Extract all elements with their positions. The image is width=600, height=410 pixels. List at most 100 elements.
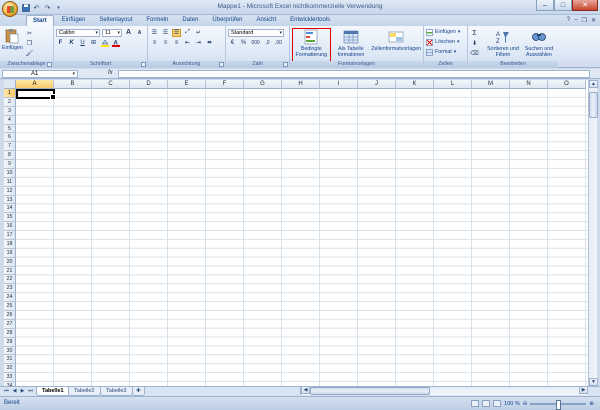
column-header[interactable]: H bbox=[282, 80, 320, 89]
format-painter-icon[interactable]: 🖌 bbox=[25, 49, 34, 57]
underline-button[interactable]: U bbox=[78, 39, 87, 47]
borders-icon[interactable]: ⊞ bbox=[89, 39, 98, 47]
column-header[interactable]: I bbox=[320, 80, 358, 89]
minimize-button[interactable]: – bbox=[536, 0, 554, 11]
format-cells-button[interactable]: Format ▾ bbox=[426, 48, 465, 56]
column-header[interactable]: G bbox=[244, 80, 282, 89]
page-layout-view-icon[interactable] bbox=[482, 400, 491, 407]
thousands-button[interactable]: 000 bbox=[250, 39, 261, 47]
row-header[interactable]: 7 bbox=[4, 142, 16, 152]
align-left-icon[interactable]: ≡ bbox=[150, 39, 159, 47]
align-middle-icon[interactable]: ☰ bbox=[161, 29, 170, 37]
first-sheet-icon[interactable]: ⏮ bbox=[3, 388, 10, 395]
column-header[interactable]: A bbox=[16, 80, 54, 89]
row-header[interactable]: 9 bbox=[4, 160, 16, 169]
column-header[interactable]: E bbox=[168, 80, 206, 89]
row-header[interactable]: 11 bbox=[4, 177, 16, 187]
office-button[interactable] bbox=[2, 1, 18, 17]
align-bottom-icon[interactable]: ☰ bbox=[172, 28, 181, 37]
row-header[interactable]: 13 bbox=[4, 195, 16, 205]
tab-formeln[interactable]: Formeln bbox=[140, 15, 174, 26]
fill-icon[interactable]: ⬇ bbox=[470, 39, 479, 47]
shrink-font-button[interactable]: A bbox=[135, 29, 144, 37]
row-header[interactable]: 32 bbox=[4, 364, 16, 374]
currency-icon[interactable]: € bbox=[228, 39, 237, 47]
number-format-select[interactable]: Standard bbox=[228, 28, 284, 37]
row-header[interactable]: 1 bbox=[4, 89, 16, 98]
active-cell[interactable] bbox=[16, 89, 56, 100]
tab-entwicklertools[interactable]: Entwicklertools bbox=[284, 15, 336, 26]
row-header[interactable]: 24 bbox=[4, 293, 16, 303]
wrap-text-icon[interactable]: ↵ bbox=[194, 29, 203, 37]
horizontal-scroll-thumb[interactable] bbox=[310, 387, 430, 395]
row-header[interactable]: 3 bbox=[4, 106, 16, 116]
zoom-in-icon[interactable]: ⊕ bbox=[589, 401, 594, 407]
font-launcher[interactable] bbox=[141, 62, 146, 67]
orientation-icon[interactable]: ⤢ bbox=[183, 29, 192, 37]
insert-sheet-icon[interactable]: ✚ bbox=[132, 387, 145, 396]
column-header[interactable]: J bbox=[358, 80, 396, 89]
scroll-down-icon[interactable]: ▼ bbox=[589, 378, 598, 386]
row-header[interactable]: 4 bbox=[4, 115, 16, 125]
row-header[interactable]: 12 bbox=[4, 186, 16, 196]
row-header[interactable]: 6 bbox=[4, 133, 16, 143]
row-header[interactable]: 29 bbox=[4, 337, 16, 347]
copy-icon[interactable]: ❐ bbox=[25, 39, 34, 47]
row-header[interactable]: 17 bbox=[4, 231, 16, 240]
scroll-left-icon[interactable]: ◀ bbox=[301, 386, 310, 394]
name-box[interactable]: A1 bbox=[2, 70, 78, 78]
row-header[interactable]: 27 bbox=[4, 319, 16, 329]
alignment-launcher[interactable] bbox=[219, 62, 224, 67]
column-header[interactable]: K bbox=[396, 80, 434, 89]
sheet-tab-tabelle1[interactable]: Tabelle1 bbox=[36, 387, 70, 396]
row-header[interactable]: 14 bbox=[4, 204, 16, 214]
workbook-minimize-icon[interactable]: – bbox=[574, 17, 577, 24]
column-header[interactable]: B bbox=[54, 80, 92, 89]
tab-ueberpruefen[interactable]: Überprüfen bbox=[206, 15, 248, 26]
fill-color-icon[interactable] bbox=[100, 39, 109, 47]
row-header[interactable]: 20 bbox=[4, 257, 16, 267]
align-right-icon[interactable]: ≡ bbox=[172, 39, 181, 47]
horizontal-scrollbar[interactable]: ◀ ▶ bbox=[300, 386, 588, 395]
zoom-slider[interactable] bbox=[530, 399, 587, 410]
decrease-decimal-icon[interactable]: ,00 bbox=[274, 39, 283, 47]
column-header[interactable]: D bbox=[130, 80, 168, 89]
column-header[interactable]: C bbox=[92, 80, 130, 89]
tab-seitenlayout[interactable]: Seitenlayout bbox=[93, 15, 138, 26]
font-name-select[interactable]: Calibri bbox=[56, 28, 100, 37]
column-header[interactable]: F bbox=[206, 80, 244, 89]
clear-icon[interactable]: ⌫ bbox=[470, 49, 479, 57]
row-header[interactable]: 33 bbox=[4, 373, 16, 383]
sheet-tab-tabelle2[interactable]: Tabelle2 bbox=[68, 387, 101, 396]
row-header[interactable]: 25 bbox=[4, 302, 16, 311]
prev-sheet-icon[interactable]: ◀ bbox=[11, 388, 18, 395]
row-header[interactable]: 2 bbox=[4, 97, 16, 107]
decrease-indent-icon[interactable]: ⇤ bbox=[183, 39, 192, 47]
column-header[interactable]: M bbox=[472, 80, 510, 89]
row-header[interactable]: 28 bbox=[4, 328, 16, 338]
clipboard-launcher[interactable] bbox=[47, 62, 52, 67]
row-header[interactable]: 18 bbox=[4, 239, 16, 249]
sheet-tab-tabelle3[interactable]: Tabelle3 bbox=[100, 387, 133, 396]
row-header[interactable]: 8 bbox=[4, 151, 16, 161]
row-header[interactable]: 19 bbox=[4, 248, 16, 258]
tab-start[interactable]: Start bbox=[26, 15, 54, 26]
row-header[interactable]: 31 bbox=[4, 355, 16, 365]
last-sheet-icon[interactable]: ⏭ bbox=[27, 388, 34, 395]
row-header[interactable]: 22 bbox=[4, 275, 16, 285]
scroll-up-icon[interactable]: ▲ bbox=[589, 80, 598, 88]
tab-einfuegen[interactable]: Einfügen bbox=[56, 15, 92, 26]
row-header[interactable]: 23 bbox=[4, 284, 16, 294]
spreadsheet-grid[interactable]: ABCDEFGHIJKLMNO 1 2 3 4 5 6 7 8 9 10 11 12 13 14 15 16 1… bbox=[4, 80, 588, 386]
row-header[interactable]: 21 bbox=[4, 266, 16, 276]
font-size-select[interactable]: 11 bbox=[102, 28, 122, 37]
next-sheet-icon[interactable]: ▶ bbox=[19, 388, 26, 395]
grow-font-button[interactable]: A bbox=[124, 29, 133, 37]
cut-icon[interactable]: ✂ bbox=[25, 29, 34, 37]
tab-daten[interactable]: Daten bbox=[176, 15, 204, 26]
help-icon[interactable]: ? bbox=[567, 17, 570, 24]
workbook-restore-icon[interactable]: ❐ bbox=[582, 17, 587, 24]
cells-area[interactable] bbox=[16, 89, 588, 386]
workbook-close-icon[interactable]: ✕ bbox=[591, 17, 596, 24]
row-header[interactable]: 10 bbox=[4, 168, 16, 178]
